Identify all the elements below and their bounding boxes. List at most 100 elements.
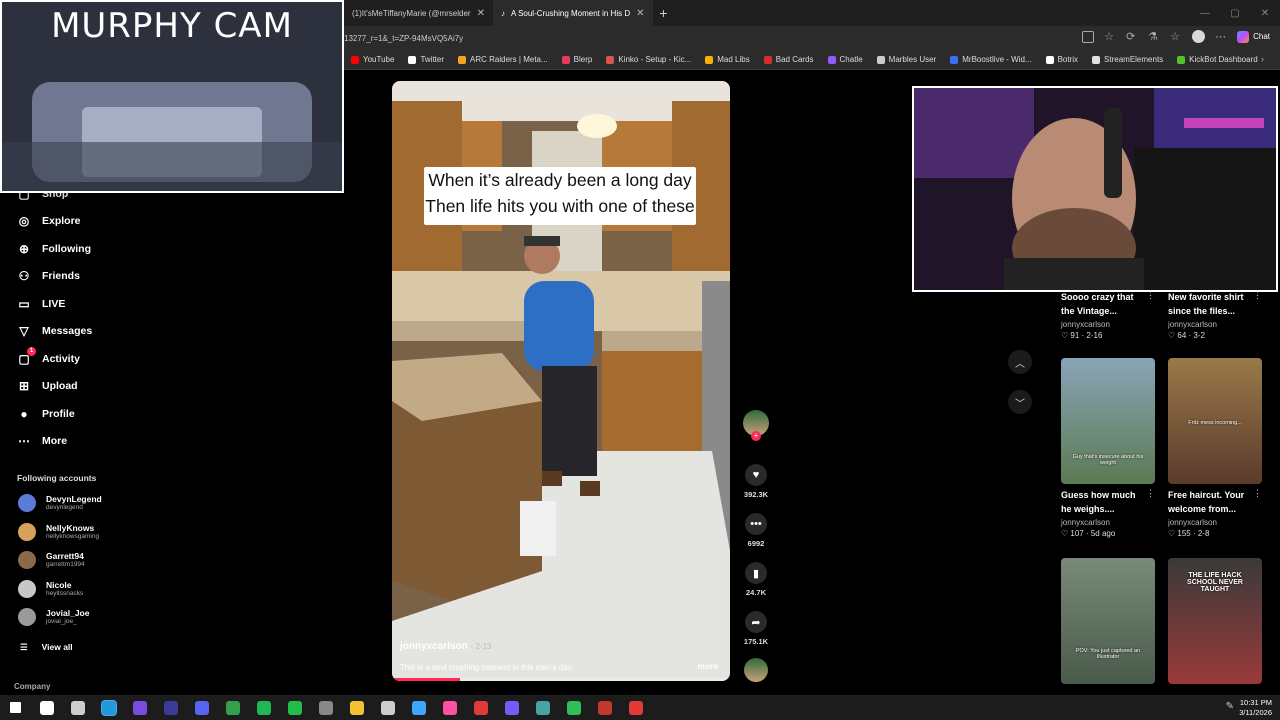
card-user[interactable]: jonnyxcarlson: [1061, 320, 1157, 329]
new-tab-button[interactable]: +: [653, 5, 675, 21]
comment-button[interactable]: ••• 6992: [740, 513, 772, 548]
bookmark-item[interactable]: KickBot Dashboard: [1170, 55, 1264, 64]
url-field[interactable]: 13277_r=1&_t=ZP-94MsVQ5Ai7y: [344, 34, 463, 43]
video-player[interactable]: When it’s already been a long day Then l…: [392, 81, 730, 681]
app-pale-icon[interactable]: [372, 695, 403, 720]
minimize-button[interactable]: —: [1190, 0, 1220, 26]
close-icon[interactable]: ✕: [477, 8, 485, 19]
sidebar-item-explore[interactable]: ◎ Explore: [16, 213, 81, 229]
task-view-icon[interactable]: [62, 695, 93, 720]
search-icon[interactable]: [31, 695, 62, 720]
bookmark-item[interactable]: MrBoostlive - Wid...: [943, 55, 1038, 64]
recommended-card[interactable]: Soooo crazy that the Vintage... ⋮ jonnyxc…: [1061, 290, 1157, 340]
sound-avatar[interactable]: [744, 658, 768, 682]
following-account[interactable]: Jovial_Joe jovial_joe_: [18, 608, 89, 626]
recommended-card[interactable]: POV: You just captured an Illustrator: [1061, 558, 1157, 684]
bookmark-item[interactable]: Kinko - Setup - Kic...: [599, 55, 698, 64]
windows-start-icon[interactable]: [0, 695, 31, 720]
bookmark-item[interactable]: Chatle: [821, 55, 870, 64]
grid-icon[interactable]: [1082, 30, 1095, 43]
refresh-icon[interactable]: ⟳: [1126, 31, 1138, 43]
author-name[interactable]: jonnyxcarlson: [400, 641, 468, 652]
video-thumbnail[interactable]: Guy that's insecure about his weight: [1061, 358, 1155, 484]
like-button[interactable]: ♥ 392.3K: [740, 464, 772, 499]
card-user[interactable]: jonnyxcarlson: [1168, 320, 1264, 329]
bookmark-item[interactable]: Bad Cards: [757, 55, 821, 64]
chevron-right-icon[interactable]: ›: [1261, 54, 1264, 64]
save-button[interactable]: ▮ 24.7K: [740, 562, 772, 597]
bookmark-item[interactable]: Twitter: [401, 55, 451, 64]
options-icon[interactable]: ⋮: [1253, 488, 1262, 499]
sidebar-item-more[interactable]: ⋯ More: [16, 433, 67, 449]
card-user[interactable]: jonnyxcarlson: [1168, 518, 1264, 527]
sidebar-item-following[interactable]: ⊕ Following: [16, 241, 91, 257]
bookmark-item[interactable]: Botrix: [1039, 55, 1085, 64]
next-video-button[interactable]: ﹀: [1008, 390, 1032, 414]
tab-mrselder[interactable]: (1)It'sMeTiffanyMarie (@mrselder ✕: [344, 0, 493, 26]
heart-icon[interactable]: ♥: [745, 464, 767, 486]
creator-avatar[interactable]: +: [743, 410, 769, 441]
video-thumbnail[interactable]: Fritz mess incoming...: [1168, 358, 1262, 484]
options-icon[interactable]: ⋮: [1146, 488, 1155, 499]
sidebar-item-live[interactable]: ▭ LIVE: [16, 296, 65, 312]
previous-video-button[interactable]: ︿: [1008, 350, 1032, 374]
sidebar-item-upload[interactable]: ⊞ Upload: [16, 378, 78, 394]
follow-plus-icon[interactable]: +: [751, 431, 761, 441]
card-user[interactable]: jonnyxcarlson: [1061, 518, 1157, 527]
sidebar-item-profile[interactable]: ● Profile: [16, 406, 74, 422]
share-icon[interactable]: ➦: [745, 611, 767, 633]
chat-button[interactable]: Chat: [1237, 30, 1270, 43]
sound-disc-button[interactable]: [740, 658, 772, 682]
app-teal-icon[interactable]: [527, 695, 558, 720]
video-thumbnail[interactable]: THE LIFE HACK SCHOOL NEVER TAUGHT: [1168, 558, 1262, 684]
app-blue-icon[interactable]: [403, 695, 434, 720]
extensions-icon[interactable]: ⚗: [1148, 31, 1160, 43]
sidebar-item-friends[interactable]: ⚇ Friends: [16, 268, 80, 284]
app-purple-icon[interactable]: [496, 695, 527, 720]
more-button[interactable]: more: [697, 661, 718, 671]
obs-icon[interactable]: [155, 695, 186, 720]
recommended-card[interactable]: Guy that's insecure about his weight Gue…: [1061, 358, 1157, 538]
bookmark-item[interactable]: YouTube: [344, 55, 401, 64]
bookmark-item[interactable]: StreamElements: [1085, 55, 1170, 64]
pen-icon[interactable]: ✎: [1226, 701, 1234, 712]
favorites-icon[interactable]: ☆: [1170, 31, 1182, 43]
following-account[interactable]: Garrett94 garrettm1994: [18, 551, 85, 569]
app-dark-red-icon[interactable]: [589, 695, 620, 720]
following-account[interactable]: NellyKnows nellyknowsgaming: [18, 522, 99, 541]
company-link[interactable]: Company: [14, 682, 50, 691]
video-author[interactable]: jonnyxcarlson · 2-13: [400, 641, 492, 652]
following-account[interactable]: Nicole heyitssnacks: [18, 579, 83, 598]
profile-avatar[interactable]: [1192, 30, 1206, 43]
app-pink-icon[interactable]: [434, 695, 465, 720]
close-icon[interactable]: ✕: [636, 8, 644, 19]
folder-icon[interactable]: [341, 695, 372, 720]
system-clock[interactable]: 10:31 PM 3/11/2026: [1239, 698, 1272, 718]
bookmark-icon[interactable]: ▮: [745, 562, 767, 584]
edge-icon[interactable]: [93, 695, 124, 720]
star-icon[interactable]: ☆: [1104, 31, 1116, 43]
sidebar-item-activity[interactable]: ▢ 1 Activity: [16, 346, 80, 367]
app-red-icon[interactable]: [465, 695, 496, 720]
view-all-button[interactable]: ☰ View all: [20, 642, 73, 653]
recommended-card[interactable]: Fritz mess incoming... Free haircut. You…: [1168, 358, 1264, 538]
sidebar-item-messages[interactable]: ▽ Messages: [16, 323, 92, 339]
menu-icon[interactable]: ⋯: [1215, 31, 1227, 43]
bookmark-item[interactable]: Marbles User: [870, 55, 944, 64]
app-green2-icon[interactable]: [558, 695, 589, 720]
creator-avatar-button[interactable]: +: [740, 410, 772, 441]
bookmark-item[interactable]: Blerp: [555, 55, 600, 64]
app-red2-icon[interactable]: [620, 695, 651, 720]
tab-soul-crushing[interactable]: ♪ A Soul-Crushing Moment in His D ✕: [492, 0, 653, 26]
comment-icon[interactable]: •••: [745, 513, 767, 535]
spotify-icon[interactable]: [248, 695, 279, 720]
video-thumbnail[interactable]: POV: You just captured an Illustrator: [1061, 558, 1155, 684]
bookmark-item[interactable]: ARC Raiders | Meta...: [451, 55, 555, 64]
maximize-button[interactable]: ▢: [1220, 0, 1250, 26]
app-lime-icon[interactable]: [279, 695, 310, 720]
following-account[interactable]: DevynLegend devynlegend: [18, 494, 102, 512]
app-gray-icon[interactable]: [310, 695, 341, 720]
recommended-card[interactable]: New favorite shirt since the files... ⋮ j…: [1168, 290, 1264, 340]
share-button[interactable]: ➦ 175.1K: [740, 611, 772, 646]
app-green-icon[interactable]: [217, 695, 248, 720]
